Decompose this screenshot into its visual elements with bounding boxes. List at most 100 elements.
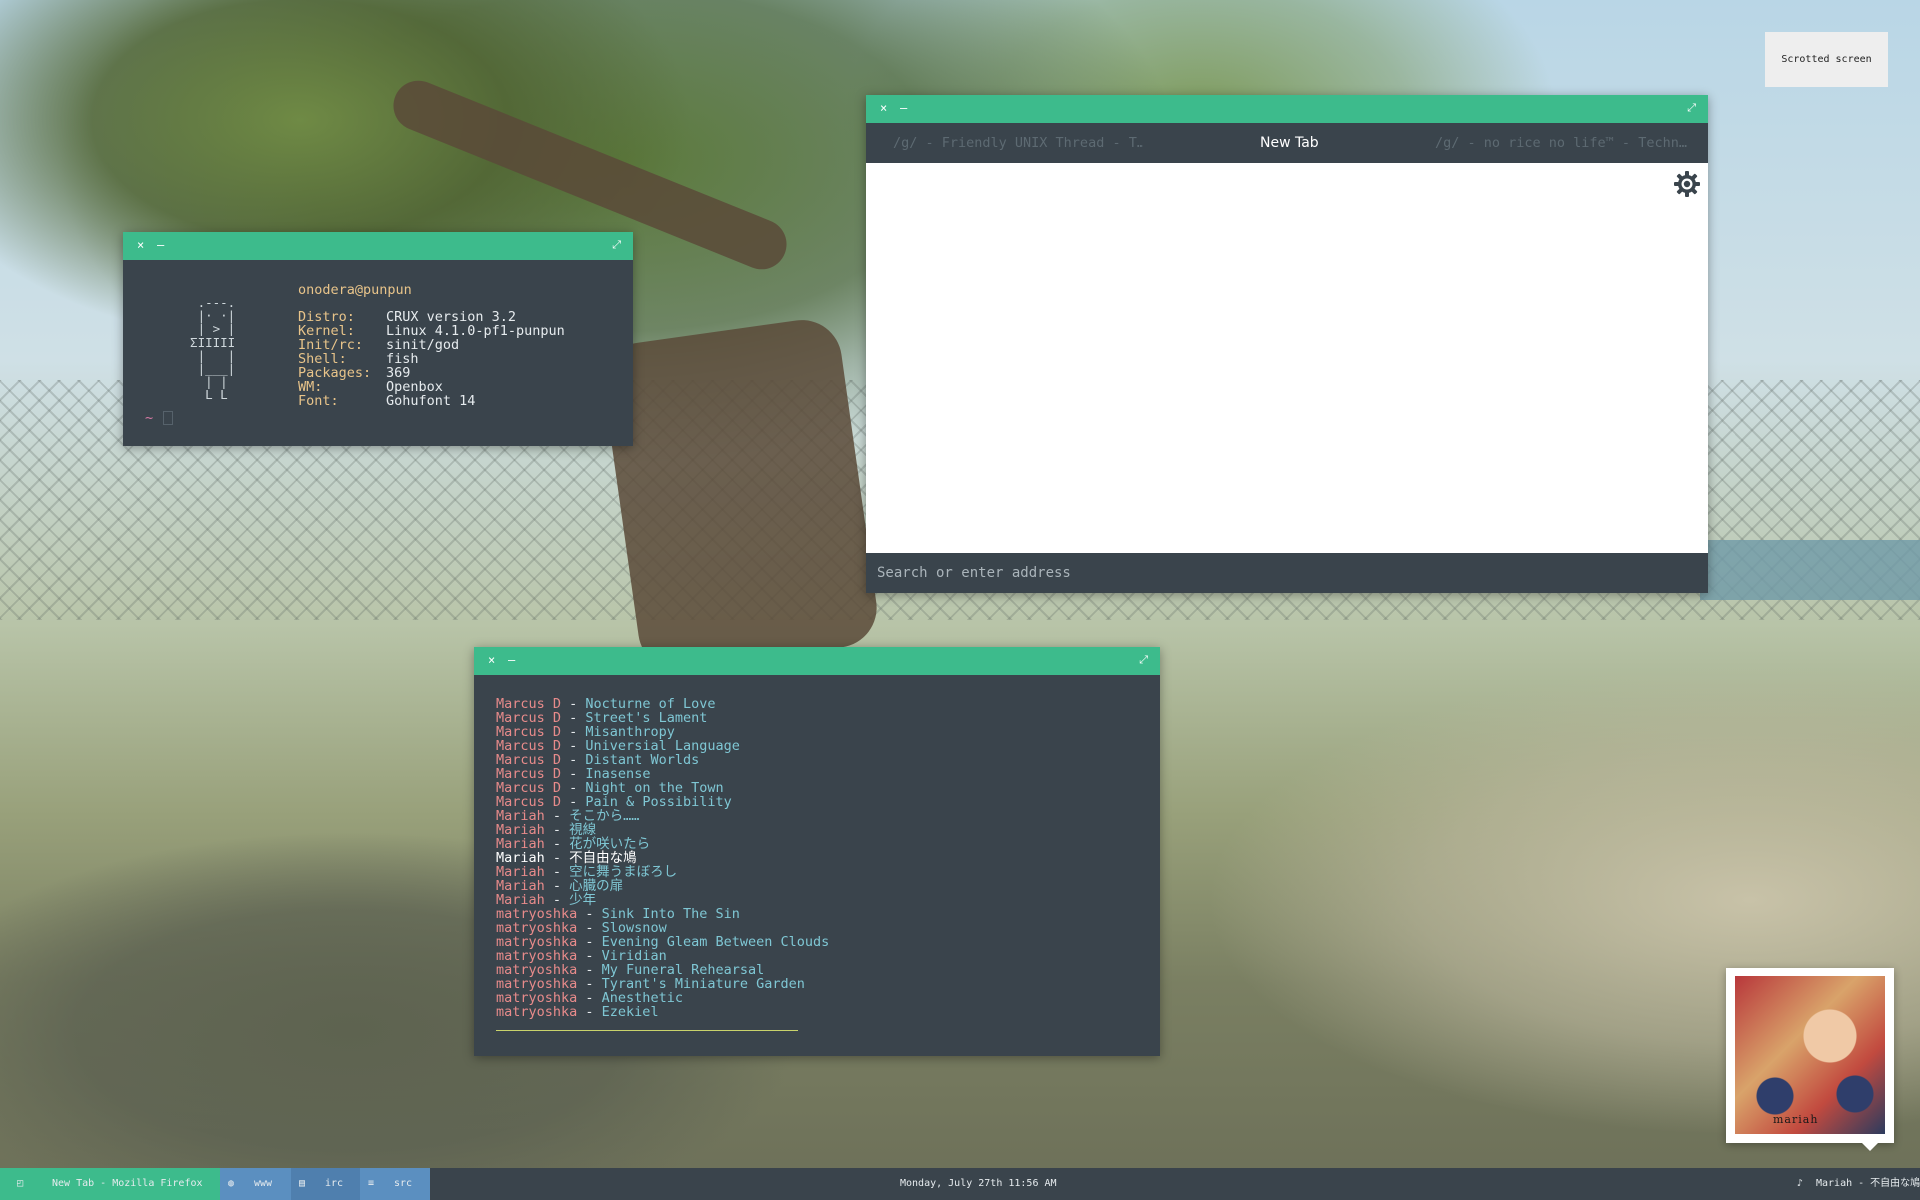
sysinfo-value: Linux 4.1.0-pf1-punpun (386, 323, 565, 339)
tab-bar: /g/ - Friendly UNIX Thread - T… New Tab … (866, 123, 1708, 163)
gear-icon[interactable] (1672, 169, 1702, 199)
browser-window[interactable]: × – ⤢ /g/ - Friendly UNIX Thread - T… Ne… (866, 95, 1708, 593)
playlist-track[interactable]: matryoshka - Tyrant's Miniature Garden (496, 977, 829, 991)
maximize-icon[interactable]: ⤢ (1139, 652, 1148, 668)
playlist-track[interactable]: matryoshka - Ezekiel (496, 1005, 829, 1019)
track-artist: matryoshka (496, 1004, 578, 1020)
sysinfo-value: 369 (386, 365, 411, 381)
playlist-track[interactable]: Marcus D - Distant Worlds (496, 753, 829, 767)
sysinfo-row: Init/rc: sinit/god (298, 338, 565, 352)
track-separator: - (577, 1004, 602, 1020)
playlist-track[interactable]: Mariah - 空に舞うまぼろし (496, 865, 829, 879)
playlist-track[interactable]: matryoshka - Evening Gleam Between Cloud… (496, 935, 829, 949)
cursor (163, 411, 174, 425)
workspace-label: src (394, 1178, 413, 1189)
playlist-track[interactable]: matryoshka - My Funeral Rehearsal (496, 963, 829, 977)
playlist-track[interactable]: matryoshka - Slowsnow (496, 921, 829, 935)
playlist-track[interactable]: matryoshka - Viridian (496, 949, 829, 963)
playlist-track[interactable]: Marcus D - Nocturne of Love (496, 697, 829, 711)
close-icon[interactable]: × (137, 237, 144, 253)
playlist-track[interactable]: Mariah - 花が咲いたら (496, 837, 829, 851)
workspace-www[interactable]: ◍ www (220, 1168, 291, 1200)
playlist-track[interactable]: matryoshka - Anesthetic (496, 991, 829, 1005)
popup-pointer (1862, 1143, 1878, 1151)
playlist-track[interactable]: Marcus D - Street's Lament (496, 711, 829, 725)
sysinfo-row: Font: Gohufont 14 (298, 394, 565, 408)
close-icon[interactable]: × (488, 652, 495, 668)
active-window-title: New Tab - Mozilla Firefox (52, 1178, 203, 1189)
maximize-icon[interactable]: ⤢ (1687, 100, 1696, 116)
taskbar-active-window[interactable]: ◰ New Tab - Mozilla Firefox (0, 1168, 220, 1200)
minimize-icon[interactable]: – (900, 100, 907, 116)
address-input[interactable] (866, 553, 1708, 593)
sysinfo-row: Shell: fish (298, 352, 565, 366)
wallpaper-sea (1700, 540, 1920, 600)
playlist-track[interactable]: Mariah - そこから…… (496, 809, 829, 823)
address-bar[interactable] (866, 553, 1708, 593)
sysinfo-row: WM: Openbox (298, 380, 565, 394)
minimize-icon[interactable]: – (508, 652, 515, 668)
tab-no-rice-no-life[interactable]: /g/ - no rice no life™ - Techn… (1435, 123, 1697, 163)
sysinfo-row: Distro: CRUX version 3.2 (298, 310, 565, 324)
album-cover-image: mariah (1735, 976, 1885, 1134)
prompt-symbol: ~ (145, 410, 154, 426)
workspace-src[interactable]: ≡ src (360, 1168, 430, 1200)
sysinfo-value: Gohufont 14 (386, 393, 476, 409)
sysinfo-key: Init/rc: (298, 337, 364, 353)
tab-friendly-unix-thread[interactable]: /g/ - Friendly UNIX Thread - T… (893, 123, 1143, 163)
playlist-track[interactable]: Marcus D - Inasense (496, 767, 829, 781)
clock: Monday, July 27th 11:56 AM (900, 1178, 1057, 1189)
titlebar[interactable]: × – ⤢ (474, 647, 1160, 675)
minimize-icon[interactable]: – (157, 237, 164, 253)
playlist-track[interactable]: Mariah - 不自由な鳩 (496, 851, 829, 865)
sysinfo-key: WM: (298, 379, 323, 395)
workspace-irc[interactable]: ▤ irc (291, 1168, 360, 1200)
terminal-sysinfo-window[interactable]: × – ⤢ .---. |· ·| | > | ΣIIIII | | |___|… (123, 232, 633, 446)
sysinfo-value: fish (386, 351, 419, 367)
playback-progress-bar[interactable] (496, 1030, 798, 1031)
sysinfo-row: Kernel: Linux 4.1.0-pf1-punpun (298, 324, 565, 338)
sysinfo-value: sinit/god (386, 337, 460, 353)
ascii-art-logo: .---. |· ·| | > | ΣIIIII | | |___| | | L… (190, 295, 236, 403)
album-cover-text: mariah (1773, 1113, 1819, 1126)
playlist-track[interactable]: Marcus D - Universial Language (496, 739, 829, 753)
music-player-window[interactable]: × – ⤢ Marcus D - Nocturne of Love Marcus … (474, 647, 1160, 1056)
close-icon[interactable]: × (880, 100, 887, 116)
playlist-track[interactable]: Marcus D - Pain & Possibility (496, 795, 829, 809)
sysinfo-key: Shell: (298, 351, 347, 367)
now-playing[interactable]: ♪ Mariah - 不自由な鳩 (1790, 1168, 1920, 1200)
code-icon: ≡ (368, 1178, 375, 1189)
page-content[interactable] (866, 163, 1708, 553)
playlist-track[interactable]: Marcus D - Misanthropy (496, 725, 829, 739)
sysinfo-key: Kernel: (298, 323, 355, 339)
tab-new-tab[interactable]: New Tab (1260, 123, 1380, 163)
shell-prompt[interactable]: ~ (145, 410, 174, 426)
globe-icon: ◍ (228, 1178, 235, 1189)
playlist-track[interactable]: Mariah - 視線 (496, 823, 829, 837)
taskbar: ◰ New Tab - Mozilla Firefox ◍ www ▤ irc … (0, 1168, 1920, 1200)
sysinfo-list: Distro: CRUX version 3.2 Kernel: Linux 4.1.… (298, 310, 565, 408)
notification-popup[interactable]: Scrotted screen (1765, 32, 1888, 87)
sysinfo-value: CRUX version 3.2 (386, 309, 517, 325)
chat-icon: ▤ (299, 1178, 306, 1189)
maximize-icon[interactable]: ⤢ (612, 237, 621, 253)
playlist-track[interactable]: Mariah - 心臓の扉 (496, 879, 829, 893)
window-icon: ◰ (16, 1178, 24, 1189)
sysinfo-key: Distro: (298, 309, 355, 325)
titlebar[interactable]: × – ⤢ (123, 232, 633, 260)
track-title: Ezekiel (601, 1004, 659, 1020)
sysinfo-key: Font: (298, 393, 339, 409)
wallpaper-tree-trunk (598, 314, 882, 676)
workspace-label: irc (325, 1178, 344, 1189)
user-host: onodera@punpun (298, 282, 412, 298)
workspace-label: www (254, 1178, 273, 1189)
sysinfo-key: Packages: (298, 365, 372, 381)
playlist-track[interactable]: Mariah - 少年 (496, 893, 829, 907)
playlist-track[interactable]: Marcus D - Night on the Town (496, 781, 829, 795)
playlist-track[interactable]: matryoshka - Sink Into The Sin (496, 907, 829, 921)
album-art-popup: mariah (1726, 968, 1894, 1151)
playlist: Marcus D - Nocturne of Love Marcus D - St… (496, 697, 829, 1019)
now-playing-label: Mariah - 不自由な鳩 (1816, 1178, 1920, 1189)
titlebar[interactable]: × – ⤢ (866, 95, 1708, 123)
sysinfo-row: Packages: 369 (298, 366, 565, 380)
